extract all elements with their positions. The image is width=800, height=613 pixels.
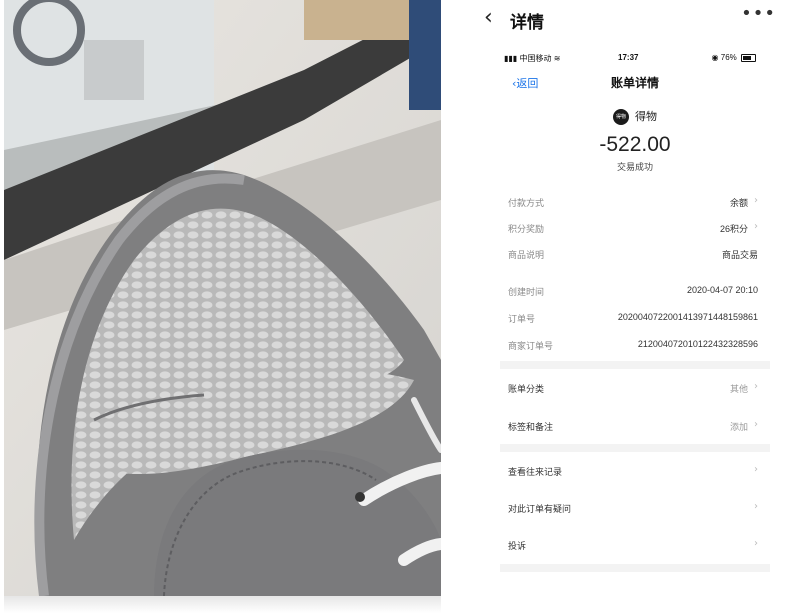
chevron-right-icon: › xyxy=(754,381,758,392)
transaction-amount: -522.00 xyxy=(599,133,671,156)
detail-label: 商品说明 xyxy=(508,251,545,261)
outer-header: ‹ 详情 ••• xyxy=(462,0,800,36)
transaction-status: 交易成功 xyxy=(616,163,653,173)
battery-icon xyxy=(741,53,756,62)
merchant-logo: 得物 xyxy=(613,109,629,125)
row-tags-notes[interactable]: 标签和备注 添加 › xyxy=(508,419,758,436)
detail-row-points[interactable]: 积分奖励 26积分 › xyxy=(508,221,758,238)
outer-title: 详情 xyxy=(510,13,544,33)
detail-value: 余额 xyxy=(729,198,748,208)
order-value: 21200407201012243232859​6 xyxy=(637,339,758,349)
chevron-right-icon: › xyxy=(754,501,758,512)
order-label: 商家订单号 xyxy=(508,342,554,352)
merchant: 得物 得物 xyxy=(500,108,770,125)
order-row-order-number: 订单号 20200407220014139714481598​61 xyxy=(508,312,758,328)
panel-divider xyxy=(441,0,461,613)
back-label: 返回 xyxy=(516,77,539,90)
order-row-merchant-order-number: 商家订单号 21200407201012243232859​6 xyxy=(508,339,758,355)
link-label: 投诉 xyxy=(508,542,527,552)
back-button[interactable]: ‹返回 xyxy=(512,75,538,91)
section-divider xyxy=(500,564,770,572)
chevron-left-icon[interactable]: ‹ xyxy=(484,5,493,30)
section-divider xyxy=(500,361,770,369)
status-time: 17:37 xyxy=(618,53,639,62)
chevron-right-icon: › xyxy=(754,464,758,475)
battery-percent: 76% xyxy=(720,53,737,62)
link-label: 对此订单有疑问 xyxy=(508,505,572,515)
carrier-name: 中国移动 xyxy=(519,54,552,63)
more-icon[interactable]: ••• xyxy=(741,3,776,24)
photo-bottom-shadow xyxy=(4,596,441,613)
page-title: 账单详情 xyxy=(610,76,659,90)
merchant-name: 得物 xyxy=(635,110,657,123)
link-order-question[interactable]: 对此订单有疑问 › xyxy=(508,501,758,518)
chevron-right-icon: › xyxy=(754,538,758,549)
bill-detail-screenshot: ▮▮▮ 中国移动 ≋ 17:37 ◉ 76% 账单详情 ‹返回 得物 得物 -52… xyxy=(500,44,770,613)
detail-value: 商品交易 xyxy=(721,250,758,260)
category-label: 账单分类 xyxy=(508,385,545,395)
chevron-right-icon: › xyxy=(754,221,758,232)
order-value: 2020-04-07 20:10 xyxy=(686,285,758,295)
alarm-icon: ◉ xyxy=(711,53,719,62)
order-label: 创建时间 xyxy=(508,288,545,298)
detail-value: 26积分 xyxy=(719,224,748,234)
chevron-right-icon: › xyxy=(754,195,758,206)
shoe-photo-illustration xyxy=(4,0,441,596)
signal-icon: ▮▮▮ xyxy=(504,54,518,63)
category-value: 添加 xyxy=(729,422,748,432)
detail-row-payment-method[interactable]: 付款方式 余额 › xyxy=(508,195,758,212)
row-bill-category[interactable]: 账单分类 其他 › xyxy=(508,381,758,398)
section-divider xyxy=(500,444,770,452)
detail-row-description: 商品说明 商品交易 xyxy=(508,248,758,264)
detail-label: 付款方式 xyxy=(508,199,545,209)
order-label: 订单号 xyxy=(508,315,536,325)
category-value: 其他 xyxy=(729,384,748,394)
order-row-created-time: 创建时间 2020-04-07 20:10 xyxy=(508,285,758,301)
status-carrier: ▮▮▮ 中国移动 ≋ xyxy=(504,53,560,64)
chevron-right-icon: › xyxy=(754,419,758,430)
link-label: 查看往来记录 xyxy=(508,468,563,478)
status-battery: ◉ 76% xyxy=(712,53,756,62)
order-value: 20200407220014139714481598​61 xyxy=(617,312,758,322)
link-view-history[interactable]: 查看往来记录 › xyxy=(508,464,758,481)
category-label: 标签和备注 xyxy=(508,423,554,433)
link-complaint[interactable]: 投诉 › xyxy=(508,538,758,555)
shoe-photo xyxy=(4,0,441,596)
detail-label: 积分奖励 xyxy=(508,225,545,235)
wifi-icon: ≋ xyxy=(553,54,561,63)
